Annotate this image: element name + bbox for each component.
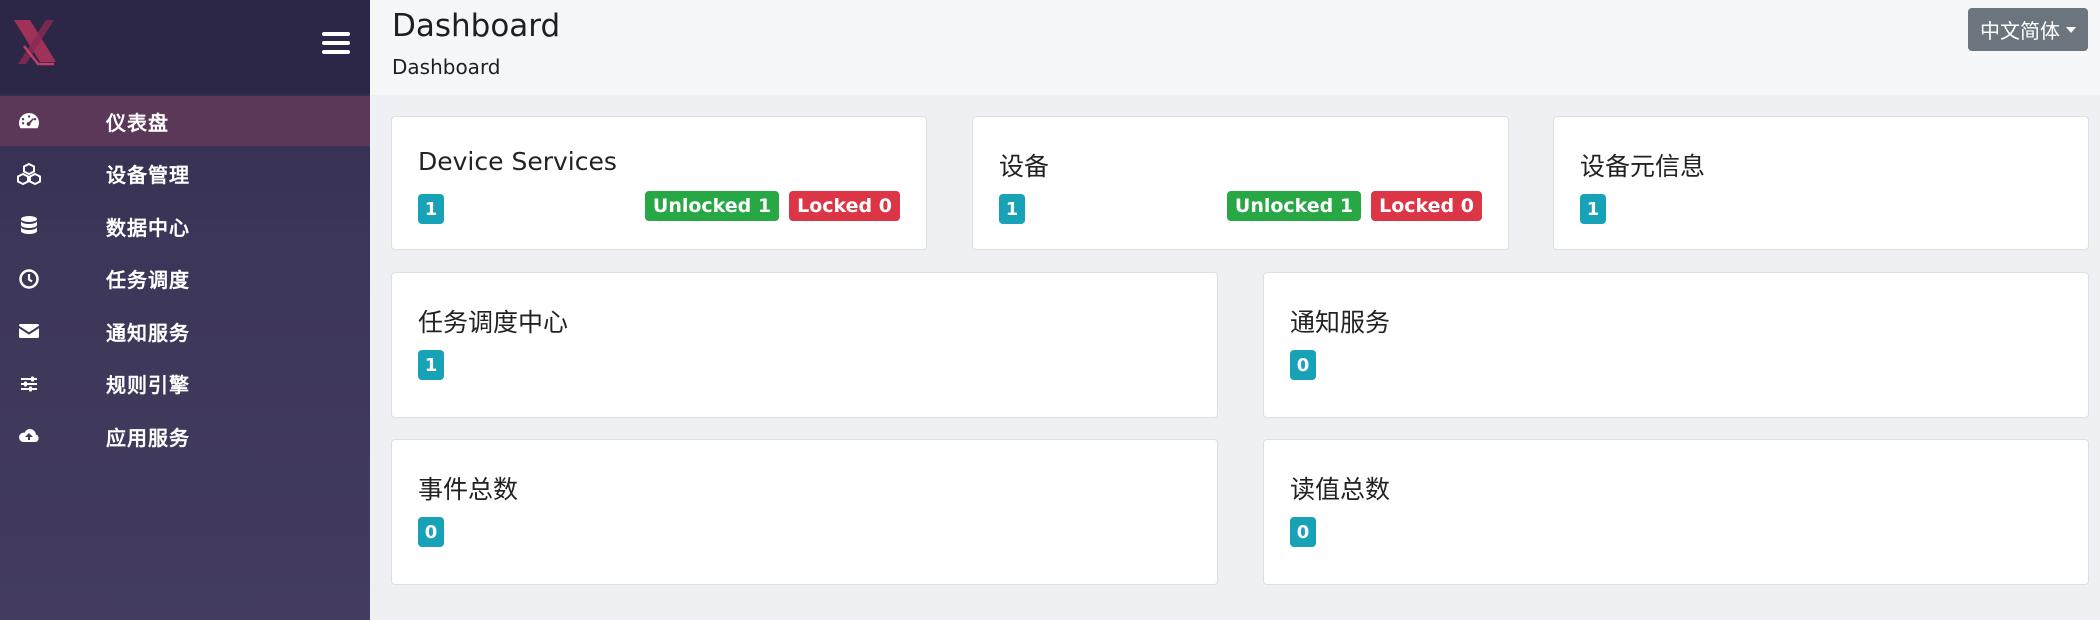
sidebar: 仪表盘 设备管理 数据中心 任务调度 通知服务 规则引擎 应用服务 xyxy=(0,0,370,620)
count-badge: 1 xyxy=(999,194,1025,224)
sliders-icon xyxy=(0,372,106,396)
device-services-card[interactable]: Device Services 1 Unlocked 1 Locked 0 xyxy=(391,116,927,250)
count-badge: 1 xyxy=(1580,194,1606,224)
reading-total-card[interactable]: 读值总数 0 xyxy=(1263,439,2089,585)
card-title: 事件总数 xyxy=(418,475,519,504)
locked-badge: Locked 0 xyxy=(789,191,900,221)
language-dropdown-button[interactable]: 中文简体 xyxy=(1968,8,2088,51)
card-title: 通知服务 xyxy=(1290,308,1391,337)
sidebar-item-label: 规则引擎 xyxy=(106,373,190,397)
sidebar-item-task-scheduling[interactable]: 任务调度 xyxy=(0,254,370,304)
status-badges: Unlocked 1 Locked 0 xyxy=(1226,191,1482,221)
sidebar-item-data-center[interactable]: 数据中心 xyxy=(0,201,370,251)
event-total-card[interactable]: 事件总数 0 xyxy=(391,439,1218,585)
sidebar-item-rule-engine[interactable]: 规则引擎 xyxy=(0,359,370,409)
card-title: 读值总数 xyxy=(1290,475,1391,504)
card-title: 设备 xyxy=(999,152,1050,181)
x-logo-icon[interactable] xyxy=(10,16,60,68)
language-label: 中文简体 xyxy=(1980,19,2060,43)
card-title: 设备元信息 xyxy=(1580,152,1706,181)
sidebar-item-label: 任务调度 xyxy=(106,268,190,292)
device-metadata-card[interactable]: 设备元信息 1 xyxy=(1553,116,2089,250)
sidebar-item-label: 仪表盘 xyxy=(106,110,169,135)
cloud-upload-icon xyxy=(0,424,106,448)
sidebar-item-notification-service[interactable]: 通知服务 xyxy=(0,306,370,356)
database-icon xyxy=(0,214,106,238)
count-badge: 1 xyxy=(418,194,444,224)
count-badge: 1 xyxy=(418,350,444,380)
sidebar-item-device-management[interactable]: 设备管理 xyxy=(0,149,370,199)
count-badge: 0 xyxy=(1290,517,1316,547)
cubes-icon xyxy=(0,162,106,186)
devices-card[interactable]: 设备 1 Unlocked 1 Locked 0 xyxy=(972,116,1509,250)
scheduler-center-card[interactable]: 任务调度中心 1 xyxy=(391,272,1218,418)
clock-icon xyxy=(0,267,106,291)
unlocked-badge: Unlocked 1 xyxy=(1226,191,1362,221)
envelope-icon xyxy=(0,319,106,343)
count-badge: 0 xyxy=(1290,350,1316,380)
breadcrumb: Dashboard xyxy=(392,55,501,79)
page-title: Dashboard xyxy=(392,8,561,44)
count-badge: 0 xyxy=(418,517,444,547)
sidebar-item-label: 设备管理 xyxy=(106,163,190,187)
sidebar-item-dashboard[interactable]: 仪表盘 xyxy=(0,96,370,146)
hamburger-icon[interactable] xyxy=(322,32,350,58)
sidebar-item-label: 数据中心 xyxy=(106,215,190,240)
locked-badge: Locked 0 xyxy=(1371,191,1482,221)
caret-down-icon xyxy=(2066,26,2076,33)
unlocked-badge: Unlocked 1 xyxy=(644,191,780,221)
sidebar-item-application-service[interactable]: 应用服务 xyxy=(0,411,370,461)
dashboard-gauge-icon xyxy=(0,109,106,133)
sidebar-nav: 仪表盘 设备管理 数据中心 任务调度 通知服务 规则引擎 应用服务 xyxy=(0,96,370,461)
status-badges: Unlocked 1 Locked 0 xyxy=(644,191,900,221)
card-title: Device Services xyxy=(418,147,617,176)
notification-service-card[interactable]: 通知服务 0 xyxy=(1263,272,2089,418)
card-title: 任务调度中心 xyxy=(418,308,569,337)
sidebar-item-label: 通知服务 xyxy=(106,320,190,345)
sidebar-header xyxy=(0,0,370,94)
page-header: Dashboard Dashboard 中文简体 xyxy=(370,0,2100,95)
sidebar-item-label: 应用服务 xyxy=(106,425,190,450)
